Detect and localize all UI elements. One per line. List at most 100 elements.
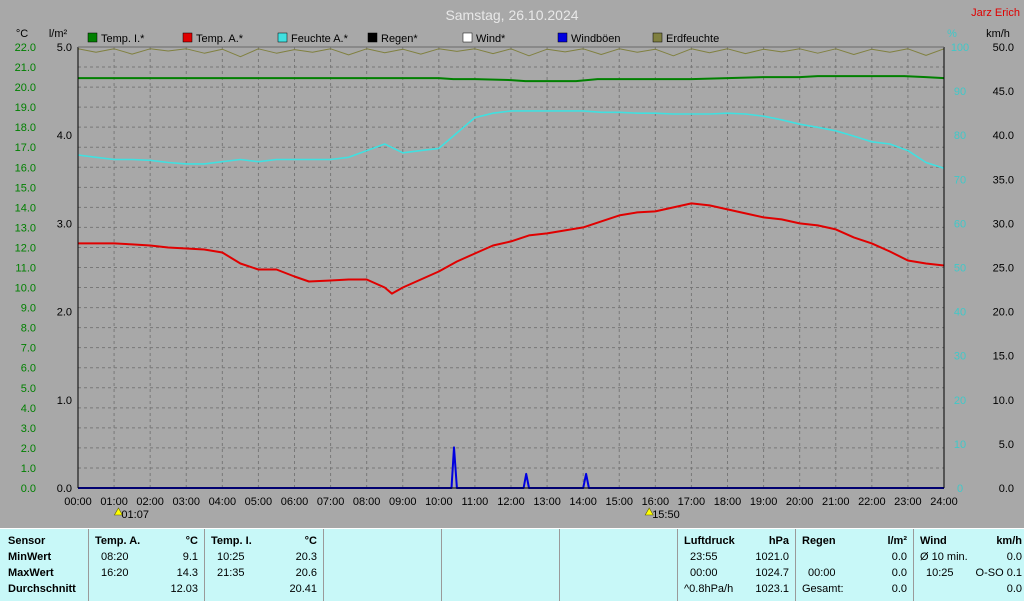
wind-tick-label: 50.0 [993,42,1014,54]
humidity-tick-label: 20 [954,395,966,407]
author-label: Jarz Erich [971,7,1020,19]
wind-day-avg-value: 0.0 [1006,583,1022,595]
temp-inside-column: Temp. I. °C 10:25 20.3 21:35 20.6 20.41 [205,529,324,601]
temp-tick-label: 14.0 [15,202,36,214]
temp-inside-min-value: 20.3 [295,551,317,563]
temp-tick-label: 21.0 [15,62,36,74]
row-label-min: MinWert [8,551,52,563]
humidity-tick-label: 60 [954,218,966,230]
temp-tick-label: 8.0 [21,323,36,335]
temp-tick-label: 3.0 [21,423,36,435]
temp-tick-label: 10.0 [15,283,36,295]
x-tick-label: 20:00 [786,496,814,508]
wind-header: Wind [920,535,947,547]
humidity-tick-label: 70 [954,174,966,186]
right-axis-unit: % [947,28,957,40]
x-tick-label: 23:00 [894,496,922,508]
right-axis2-unit: km/h [986,28,1010,40]
pressure-min-time: 23:55 [690,551,718,563]
humidity-tick-label: 50 [954,263,966,275]
x-tick-label: 07:00 [317,496,345,508]
wind-tick-label: 15.0 [993,351,1014,363]
legend-swatch-humidity [277,32,288,43]
wind-avg-label: Ø 10 min. [920,551,968,563]
humidity-tick-label: 10 [954,439,966,451]
wind-tick-label: 35.0 [993,174,1014,186]
temp-tick-label: 15.0 [15,182,36,194]
humidity-tick-label: 80 [954,130,966,142]
temp-outside-column: Temp. A. °C 08:20 9.1 16:20 14.3 12.03 [89,529,205,601]
temp-outside-unit: °C [185,535,198,547]
legend-label-radiation: Erdfeuchte [666,33,719,45]
x-tick-label: 22:00 [858,496,886,508]
sensor-header: Sensor [8,535,46,547]
humidity-tick-label: 90 [954,86,966,98]
temp-outside-min-time: 08:20 [101,551,129,563]
temp-inside-header: Temp. I. [211,535,252,547]
temp-outside-min-value: 9.1 [182,551,198,563]
temp-tick-label: 16.0 [15,162,36,174]
wind-tick-label: 20.0 [993,307,1014,319]
wind-tick-label: 25.0 [993,263,1014,275]
legend-label-temp-outside: Temp. A.* [196,33,244,45]
temp-tick-label: 6.0 [21,363,36,375]
left-axis-unit: °C [16,28,28,40]
rain-unit: l/m² [887,535,907,547]
x-tick-label: 19:00 [750,496,778,508]
temp-tick-label: 4.0 [21,403,36,415]
rain-max-value: 0.0 [891,567,907,579]
temp-outside-max-value: 14.3 [176,567,198,579]
legend-label-wind: Wind* [476,33,506,45]
pressure-max-value: 1024.7 [755,567,789,579]
temp-tick-label: 18.0 [15,122,36,134]
temp-outside-max-time: 16:20 [101,567,129,579]
legend-label-humidity: Feuchte A.* [291,33,349,45]
legend-label-rain: Regen* [381,33,418,45]
temp-tick-label: 17.0 [15,142,36,154]
legend-swatch-wind [462,32,473,43]
row-label-max: MaxWert [8,567,54,579]
temp-tick-label: 22.0 [15,42,36,54]
x-tick-label: 03:00 [172,496,200,508]
x-tick-label: 21:00 [822,496,850,508]
pressure-min-value: 1021.0 [755,551,789,563]
legend-swatch-temp-inside [87,32,98,43]
rain-tick-label: 5.0 [57,42,72,54]
x-tick-label: 05:00 [245,496,273,508]
rain-tick-label: 0.0 [57,483,72,495]
rain-header: Regen [802,535,836,547]
x-tick-label: 02:00 [136,496,164,508]
rain-column: Regen l/m² 0.0 00:00 0.0 Gesamt: 0.0 [796,529,914,601]
pressure-unit: hPa [768,535,789,547]
x-tick-label: 00:00 [64,496,92,508]
legend-label-temp-inside: Temp. I.* [101,33,145,45]
x-tick-label: 17:00 [678,496,706,508]
pressure-header: Luftdruck [684,535,735,547]
x-tick-label: 06:00 [281,496,309,508]
pressure-avg-value: 1023.1 [755,583,789,595]
stats-table: Sensor MinWert MaxWert Durchschnitt Temp… [0,528,1024,601]
wind-tick-label: 30.0 [993,218,1014,230]
x-tick-label: 15:00 [605,496,633,508]
legend-swatch-rain [367,32,378,43]
chart-title: Samstag, 26.10.2024 [445,7,578,23]
legend-label-gusts: Windböen [571,33,621,45]
rain-min-value: 0.0 [891,551,907,563]
wind-max-value: O-SO 0.1 [975,567,1022,579]
empty-column-3 [560,529,678,601]
rain-tick-label: 4.0 [57,130,72,142]
rain-max-time: 00:00 [808,567,836,579]
x-tick-label: 08:00 [353,496,381,508]
temp-tick-label: 20.0 [15,82,36,94]
empty-column-1 [324,529,442,601]
temp-inside-avg-value: 20.41 [289,583,317,595]
legend-swatch-gusts [557,32,568,43]
x-tick-label: 09:00 [389,496,417,508]
wind-tick-label: 45.0 [993,86,1014,98]
temp-inside-unit: °C [304,535,317,547]
rain-tick-label: 2.0 [57,307,72,319]
legend-swatch-temp-outside [182,32,193,43]
sensor-column: Sensor MinWert MaxWert Durchschnitt [0,529,89,601]
temp-tick-label: 9.0 [21,303,36,315]
pressure-column: Luftdruck hPa 23:55 1021.0 00:00 1024.7 … [678,529,796,601]
